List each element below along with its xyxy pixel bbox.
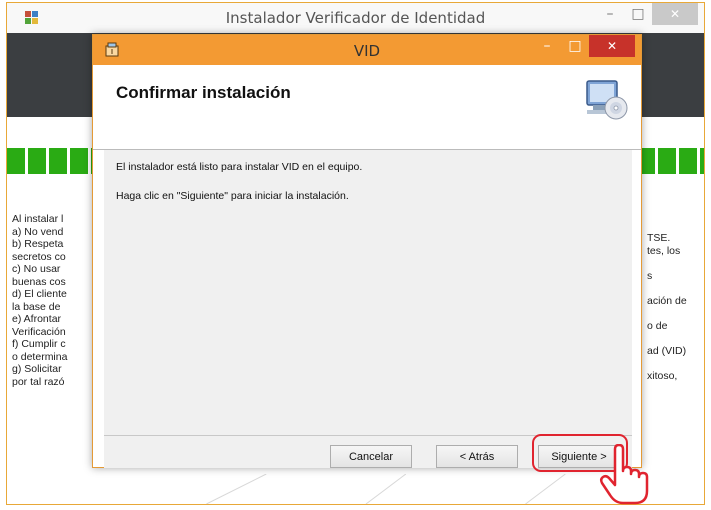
back-button[interactable]: < Atrás [436, 445, 518, 468]
terms-text-left: Al instalar l a) No vend b) Respeta secr… [12, 213, 68, 388]
terms-text-right: TSE. tes, los s ación de o de ad (VID) x… [647, 232, 687, 382]
maximize-button[interactable]: □ [624, 3, 652, 25]
window-titlebar: Instalador Verificador de Identidad – □ … [7, 3, 704, 33]
dialog-header: Confirmar instalación [93, 65, 641, 150]
dialog-close-button[interactable]: ✕ [589, 35, 635, 57]
hand-pointer-icon [599, 444, 649, 505]
dialog-body: El instalador está listo para instalar V… [104, 150, 632, 435]
dialog-titlebar: VID – □ ✕ [93, 35, 641, 65]
minimize-button[interactable]: – [596, 3, 624, 25]
close-button[interactable]: ✕ [652, 3, 698, 25]
page-title: Confirmar instalación [116, 83, 291, 102]
computer-cd-icon [586, 80, 628, 120]
dialog-maximize-button[interactable]: □ [561, 35, 589, 57]
cancel-button[interactable]: Cancelar [330, 445, 412, 468]
dialog-minimize-button[interactable]: – [533, 35, 561, 57]
ready-message: El instalador está listo para instalar V… [116, 161, 363, 173]
setup-dialog: VID – □ ✕ Confirmar instalación El insta… [92, 34, 642, 468]
instruction-message: Haga clic en "Siguiente" para iniciar la… [116, 190, 349, 202]
